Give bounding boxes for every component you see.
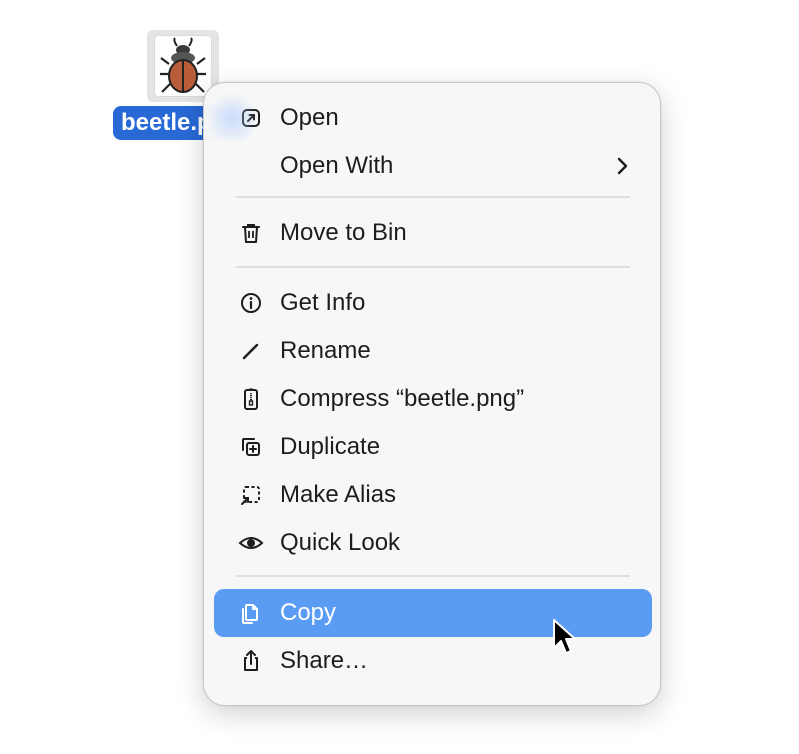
- menu-separator: [236, 266, 630, 268]
- zip-archive-icon: [238, 386, 264, 412]
- menu-item-label: Open: [280, 104, 339, 131]
- menu-item-compress[interactable]: Compress “beetle.png”: [214, 375, 652, 423]
- menu-item-label: Copy: [280, 599, 337, 626]
- menu-item-label: Compress “beetle.png”: [280, 385, 525, 412]
- menu-item-move-to-bin[interactable]: Move to Bin: [214, 209, 652, 257]
- menu-separator: [236, 196, 630, 198]
- menu-item-rename[interactable]: Rename: [214, 327, 652, 375]
- copy-icon: [238, 600, 264, 626]
- menu-item-quick-look[interactable]: Quick Look: [214, 519, 652, 567]
- pencil-icon: [238, 338, 264, 364]
- menu-item-open-with[interactable]: Open With: [214, 142, 652, 190]
- menu-item-label: Make Alias: [280, 481, 397, 508]
- trash-icon: [238, 220, 264, 246]
- duplicate-icon: [238, 434, 264, 460]
- menu-item-make-alias[interactable]: Make Alias: [214, 471, 652, 519]
- menu-item-open[interactable]: Open: [214, 94, 652, 142]
- eye-icon: [238, 530, 264, 556]
- menu-item-get-info[interactable]: Get Info: [214, 279, 652, 327]
- menu-item-label: Quick Look: [280, 529, 401, 556]
- chevron-right-icon: [612, 156, 632, 176]
- menu-item-label: Share…: [280, 647, 369, 674]
- beetle-image-icon: [155, 36, 211, 96]
- menu-item-label: Get Info: [280, 289, 366, 316]
- menu-separator: [236, 575, 630, 577]
- menu-item-label: Rename: [280, 337, 371, 364]
- menu-item-label: Open With: [280, 152, 394, 179]
- alias-icon: [238, 482, 264, 508]
- menu-item-copy[interactable]: Copy: [214, 589, 652, 637]
- mouse-pointer-icon: [552, 618, 578, 656]
- menu-item-duplicate[interactable]: Duplicate: [214, 423, 652, 471]
- share-icon: [238, 648, 264, 674]
- menu-item-share[interactable]: Share…: [214, 637, 652, 685]
- info-icon: [238, 290, 264, 316]
- context-menu: Open Open With Move to Bin Get Info Rena…: [203, 82, 661, 706]
- menu-item-label: Duplicate: [280, 433, 381, 460]
- click-highlight: [206, 92, 258, 144]
- menu-item-label: Move to Bin: [280, 219, 407, 246]
